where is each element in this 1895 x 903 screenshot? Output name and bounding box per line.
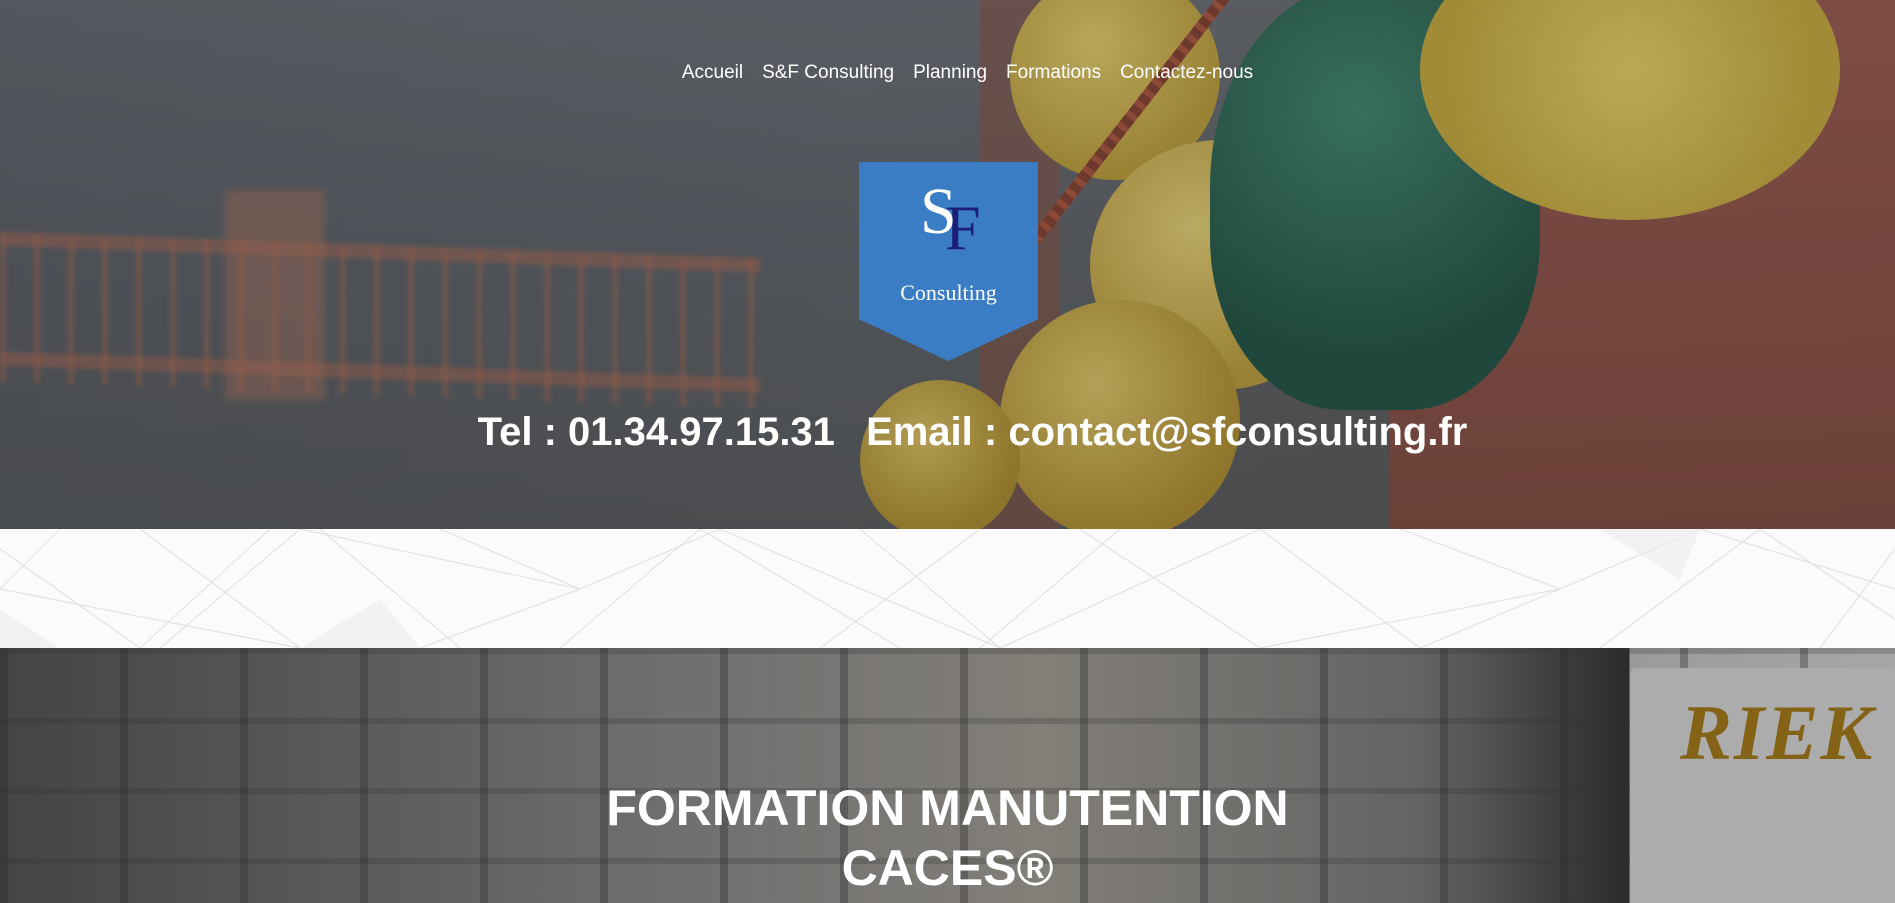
nav-link-planning[interactable]: Planning — [913, 62, 987, 84]
logo-badge: F S Consulting — [859, 162, 1038, 361]
formation-banner: RIEK FORMATION MANUTENTION CACES® — [0, 648, 1895, 903]
contact-email: Email : contact@sfconsulting.fr — [866, 410, 1468, 454]
contact-phone: Tel : 01.34.97.15.31 — [477, 410, 835, 454]
site-logo[interactable]: F S Consulting — [859, 162, 1038, 361]
pattern-divider — [0, 529, 1895, 648]
nav-link-sf-consulting[interactable]: S&F Consulting — [762, 62, 894, 84]
nav-link-accueil[interactable]: Accueil — [682, 62, 743, 84]
section-title: FORMATION MANUTENTION CACES® — [0, 778, 1895, 898]
main-nav: Accueil S&F Consulting Planning Formatio… — [0, 62, 1895, 84]
triangle-pattern — [0, 529, 1895, 648]
contact-line: Tel : 01.34.97.15.31 Email : contact@sfc… — [0, 410, 1895, 455]
section-title-line2: CACES® — [841, 840, 1054, 896]
section-title-line1: FORMATION MANUTENTION — [606, 780, 1289, 836]
nav-link-contact[interactable]: Contactez-nous — [1120, 62, 1253, 84]
logo-letter-s: S — [920, 175, 957, 248]
logo-subtitle: Consulting — [900, 280, 997, 305]
hero-banner: Accueil S&F Consulting Planning Formatio… — [0, 0, 1895, 529]
nav-link-formations[interactable]: Formations — [1006, 62, 1101, 84]
